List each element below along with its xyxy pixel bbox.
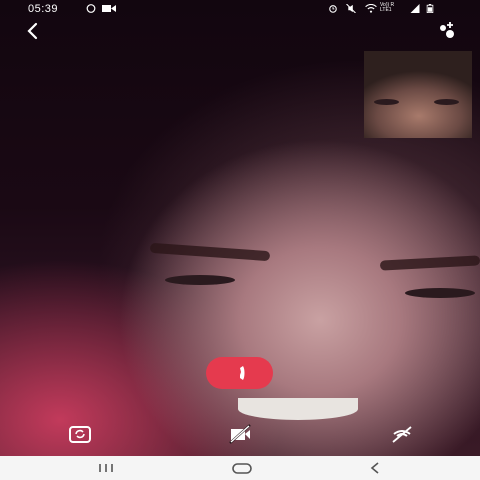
mute-icon: [346, 4, 356, 13]
end-call-button[interactable]: [206, 357, 273, 389]
mic-off-icon: [392, 426, 412, 443]
add-participant-icon: [440, 22, 454, 38]
recent-apps-button[interactable]: [96, 460, 120, 476]
signal-icon: [410, 4, 420, 13]
phone-hangup-icon: [240, 366, 245, 380]
status-time: 05:39: [28, 3, 59, 15]
switch-camera-icon: [69, 426, 91, 443]
self-video-preview[interactable]: [364, 51, 472, 138]
navigation-bar: [0, 456, 480, 480]
nav-back-button[interactable]: [366, 460, 390, 476]
home-button[interactable]: [230, 460, 254, 476]
add-participant-button[interactable]: [436, 20, 458, 42]
status-bar: 05:39 Vo)) R LTE1: [0, 0, 480, 18]
alarm-icon: [329, 5, 337, 13]
chevron-left-icon: [27, 22, 38, 40]
recent-apps-icon: [99, 464, 113, 472]
back-button[interactable]: [22, 20, 44, 42]
video-call-screen: 05:39 Vo)) R LTE1: [0, 0, 480, 480]
whatsapp-icon: [86, 4, 96, 13]
back-icon: [370, 462, 379, 474]
camera-off-button[interactable]: [228, 424, 252, 444]
home-icon: [232, 463, 252, 474]
video-icon: [102, 5, 116, 12]
wifi-icon: [365, 4, 377, 13]
switch-camera-button[interactable]: [68, 424, 92, 444]
video-off-icon: [229, 424, 251, 444]
mute-mic-button[interactable]: [390, 424, 414, 444]
network-label: Vo)) R LTE1: [380, 2, 395, 13]
battery-icon: [426, 4, 434, 13]
